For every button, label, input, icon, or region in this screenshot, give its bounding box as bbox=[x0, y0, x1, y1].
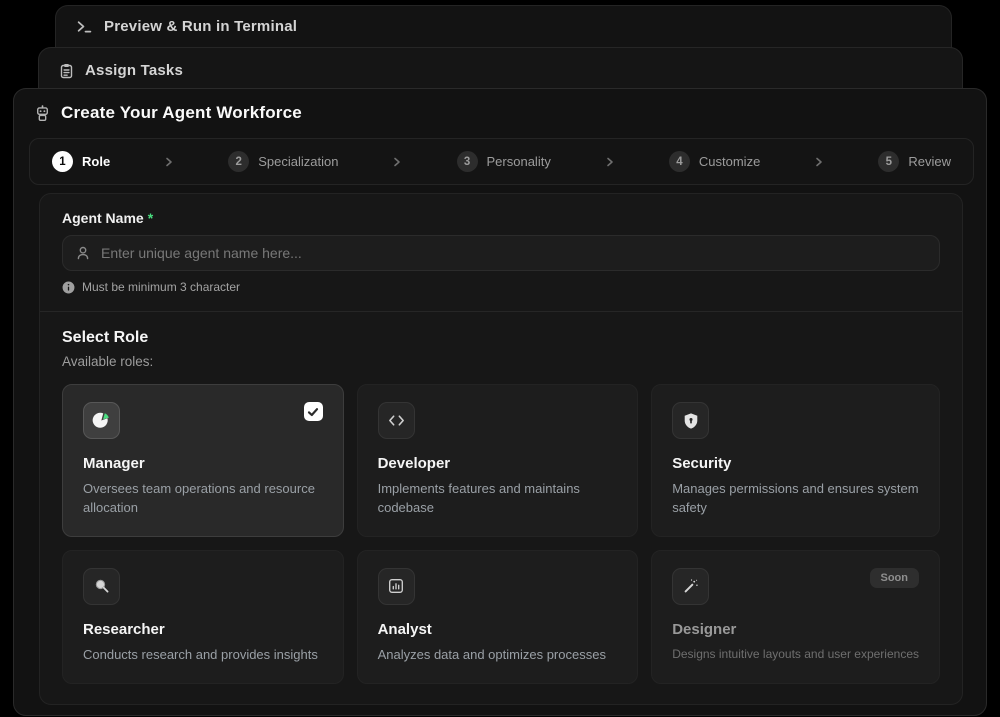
role-description: Implements features and maintains codeba… bbox=[378, 480, 618, 518]
step-number: 3 bbox=[457, 151, 478, 172]
step-label: Review bbox=[908, 154, 951, 169]
step-label: Customize bbox=[699, 154, 760, 169]
role-description: Analyzes data and optimizes processes bbox=[378, 646, 618, 665]
step-number: 1 bbox=[52, 151, 73, 172]
chevron-right-icon bbox=[813, 156, 825, 168]
step-role[interactable]: 1 Role bbox=[52, 151, 110, 172]
step-label: Specialization bbox=[258, 154, 338, 169]
panel-assign-header[interactable]: Assign Tasks bbox=[39, 48, 962, 93]
step-number: 5 bbox=[878, 151, 899, 172]
role-name: Designer bbox=[672, 621, 919, 638]
code-icon bbox=[378, 402, 415, 439]
page-title: Create Your Agent Workforce bbox=[61, 103, 302, 123]
role-card-researcher[interactable]: Researcher Conducts research and provide… bbox=[62, 550, 344, 684]
step-specialization[interactable]: 2 Specialization bbox=[228, 151, 338, 172]
role-card-security[interactable]: Security Manages permissions and ensures… bbox=[651, 384, 940, 537]
panel-assign-label: Assign Tasks bbox=[85, 62, 183, 79]
step-number: 4 bbox=[669, 151, 690, 172]
step-personality[interactable]: 3 Personality bbox=[457, 151, 551, 172]
terminal-icon bbox=[76, 18, 93, 35]
required-marker: * bbox=[148, 210, 153, 226]
role-description: Manages permissions and ensures system s… bbox=[672, 480, 919, 518]
role-description: Oversees team operations and resource al… bbox=[83, 480, 323, 518]
card-top bbox=[378, 568, 618, 606]
role-name: Analyst bbox=[378, 621, 618, 638]
panel-terminal-header[interactable]: Preview & Run in Terminal bbox=[56, 6, 951, 47]
role-card-analyst[interactable]: Analyst Analyzes data and optimizes proc… bbox=[357, 550, 639, 684]
agent-name-label: Agent Name bbox=[62, 210, 144, 226]
role-card-designer: Soon Designer Designs intuitive layouts … bbox=[651, 550, 940, 684]
role-name: Researcher bbox=[83, 621, 323, 638]
roles-grid: Manager Oversees team operations and res… bbox=[62, 384, 940, 684]
role-description: Designs intuitive layouts and user exper… bbox=[672, 646, 919, 663]
step-review[interactable]: 5 Review bbox=[878, 151, 951, 172]
card-top bbox=[672, 402, 919, 440]
magnifier-icon bbox=[83, 568, 120, 605]
clipboard-icon bbox=[59, 63, 74, 79]
wizard-form-card: Agent Name * Must be minimum 3 character bbox=[39, 193, 963, 705]
robot-icon bbox=[34, 105, 51, 122]
role-card-developer[interactable]: Developer Implements features and mainta… bbox=[357, 384, 639, 537]
role-name: Security bbox=[672, 455, 919, 472]
card-top bbox=[83, 402, 323, 440]
chevron-right-icon bbox=[604, 156, 616, 168]
validation-note: Must be minimum 3 character bbox=[82, 280, 240, 294]
role-name: Developer bbox=[378, 455, 618, 472]
role-card-manager[interactable]: Manager Oversees team operations and res… bbox=[62, 384, 344, 537]
panel-terminal-label: Preview & Run in Terminal bbox=[104, 18, 297, 35]
available-roles-label: Available roles: bbox=[62, 354, 940, 369]
select-role-title: Select Role bbox=[62, 329, 940, 347]
step-label: Role bbox=[82, 154, 110, 169]
shield-icon bbox=[672, 402, 709, 439]
info-icon bbox=[62, 281, 75, 294]
role-name: Manager bbox=[83, 455, 323, 472]
chevron-right-icon bbox=[391, 156, 403, 168]
card-top: Soon bbox=[672, 568, 919, 606]
role-description: Conducts research and provides insights bbox=[83, 646, 323, 665]
user-icon bbox=[75, 245, 91, 261]
chevron-right-icon bbox=[163, 156, 175, 168]
step-customize[interactable]: 4 Customize bbox=[669, 151, 760, 172]
agent-name-input-wrap[interactable] bbox=[62, 235, 940, 271]
stepper: 1 Role 2 Specialization 3 Personality 4 bbox=[29, 138, 974, 185]
pie-chart-icon bbox=[83, 402, 120, 439]
bar-chart-icon bbox=[378, 568, 415, 605]
step-number: 2 bbox=[228, 151, 249, 172]
create-workforce-panel: Create Your Agent Workforce 1 Role 2 Spe… bbox=[13, 88, 987, 716]
section-divider bbox=[40, 311, 962, 312]
page-background: Preview & Run in Terminal Assign Tasks bbox=[0, 0, 1000, 717]
agent-name-label-row: Agent Name * bbox=[62, 210, 940, 226]
soon-badge: Soon bbox=[870, 568, 920, 588]
card-top bbox=[378, 402, 618, 440]
validation-note-row: Must be minimum 3 character bbox=[62, 280, 940, 294]
wizard-header: Create Your Agent Workforce bbox=[14, 89, 986, 135]
card-top bbox=[83, 568, 323, 606]
agent-name-input[interactable] bbox=[101, 245, 927, 261]
magic-wand-icon bbox=[672, 568, 709, 605]
selected-checkbox[interactable] bbox=[304, 402, 323, 421]
step-label: Personality bbox=[487, 154, 551, 169]
